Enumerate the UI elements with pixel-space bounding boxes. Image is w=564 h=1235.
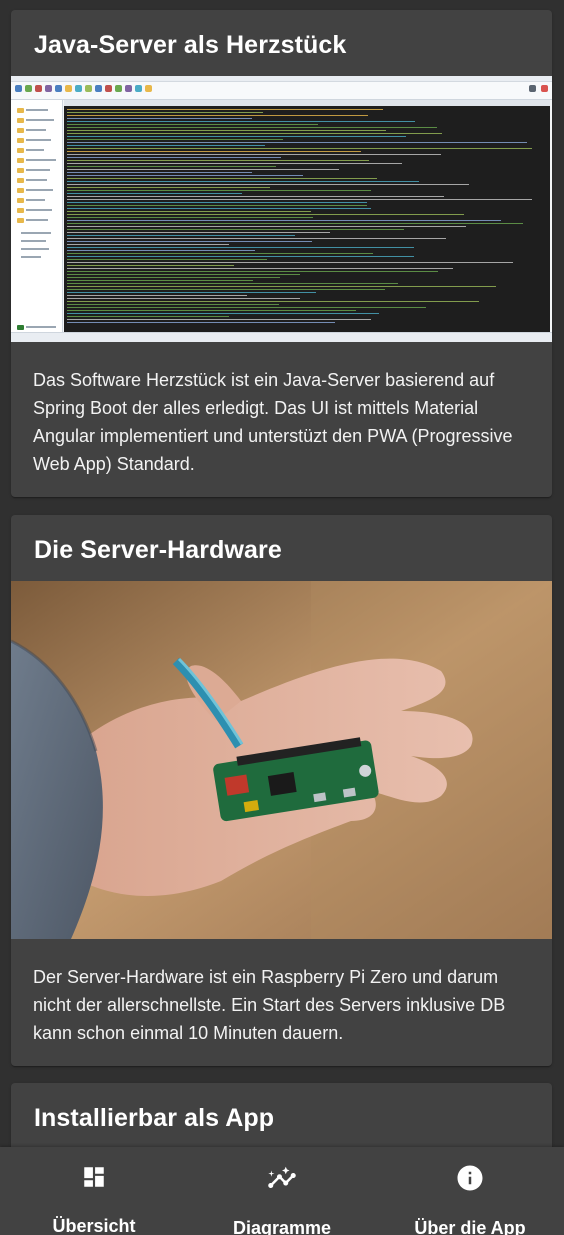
console-line	[67, 112, 263, 113]
nav-label: Übersicht	[52, 1216, 136, 1235]
console-line	[67, 205, 367, 206]
console-line	[67, 127, 437, 128]
card-installable-app: Installierbar als App	[11, 1083, 552, 1147]
console-line	[67, 259, 267, 260]
console-line	[67, 301, 479, 302]
console-line	[67, 214, 464, 215]
console-line	[67, 133, 442, 134]
console-line	[67, 217, 313, 218]
console-line	[67, 202, 367, 203]
console-line	[67, 154, 441, 155]
dashboard-icon	[79, 1163, 109, 1191]
console-line	[67, 286, 496, 287]
console-line	[67, 322, 335, 323]
console-line	[67, 220, 501, 221]
console-line	[67, 121, 415, 122]
nav-label: Diagramme	[232, 1218, 332, 1235]
console-line	[67, 289, 385, 290]
nav-item-diagramme[interactable]: Diagramme	[188, 1147, 376, 1235]
nav-item-uebersicht[interactable]: Übersicht	[0, 1147, 188, 1235]
console-line	[67, 295, 247, 296]
console-line	[67, 166, 276, 167]
console-line	[67, 292, 316, 293]
console-line	[67, 115, 368, 116]
console-line	[67, 151, 361, 152]
console-line	[67, 271, 438, 272]
console-line	[67, 169, 339, 170]
console-line	[67, 178, 377, 179]
console-line	[67, 196, 444, 197]
console-line	[67, 283, 398, 284]
console-line	[67, 226, 466, 227]
console-line	[67, 280, 253, 281]
console-line	[67, 199, 532, 200]
nav-item-ueber-die-app[interactable]: Über die App	[376, 1147, 564, 1235]
nav-label: Über die App	[414, 1218, 526, 1235]
console-line	[67, 247, 414, 248]
console-line	[67, 211, 311, 212]
console-line	[67, 250, 255, 251]
console-line	[67, 313, 379, 314]
console-line	[67, 139, 283, 140]
console-line	[67, 307, 426, 308]
card-title: Java-Server als Herzstück	[34, 31, 347, 59]
raspberry-pi-zero-photo	[11, 581, 552, 939]
console-line	[67, 316, 229, 317]
console-line	[67, 265, 234, 266]
console-line	[67, 148, 532, 149]
console-line	[67, 157, 281, 158]
console-line	[67, 235, 295, 236]
console-line	[67, 136, 406, 137]
console-line	[67, 124, 318, 125]
card-text: Der Server-Hardware ist ein Raspberry Pi…	[33, 967, 506, 1043]
console-line	[67, 310, 356, 311]
console-line	[67, 193, 242, 194]
console-line	[67, 232, 330, 233]
console-line	[67, 142, 527, 143]
console-line	[67, 256, 414, 257]
console-line	[67, 145, 265, 146]
console-line	[67, 274, 300, 275]
card-java-server: Java-Server als Herzstück Das Software H…	[11, 10, 552, 497]
console-line	[67, 298, 300, 299]
insights-chart-icon	[267, 1163, 297, 1193]
console-line	[67, 238, 446, 239]
console-line	[67, 130, 386, 131]
console-line	[67, 172, 252, 173]
console-line	[67, 244, 229, 245]
console-line	[67, 175, 303, 176]
console-line	[67, 319, 371, 320]
content-scroll-area[interactable]: Java-Server als Herzstück Das Software H…	[0, 0, 564, 1147]
console-line	[67, 109, 383, 110]
ide-console-screenshot	[11, 76, 552, 342]
console-line	[67, 163, 402, 164]
console-line	[67, 184, 469, 185]
info-icon	[455, 1163, 485, 1193]
console-line	[67, 229, 404, 230]
card-server-hardware: Die Server-Hardware Der Server-Hardware …	[11, 515, 552, 1066]
console-line	[67, 208, 371, 209]
console-line	[67, 190, 371, 191]
card-title: Die Server-Hardware	[34, 536, 282, 564]
card-text: Das Software Herzstück ist ein Java-Serv…	[33, 370, 513, 474]
console-line	[67, 118, 252, 119]
console-line	[67, 187, 270, 188]
bottom-navigation: Übersicht Diagramme Über die App	[0, 1147, 564, 1235]
console-line	[67, 253, 373, 254]
console-line	[67, 223, 523, 224]
console-line	[67, 277, 280, 278]
console-line	[67, 160, 369, 161]
console-line	[67, 262, 513, 263]
card-title: Installierbar als App	[34, 1104, 275, 1132]
console-line	[67, 181, 419, 182]
console-line	[67, 304, 279, 305]
console-line	[67, 268, 453, 269]
console-line	[67, 241, 312, 242]
